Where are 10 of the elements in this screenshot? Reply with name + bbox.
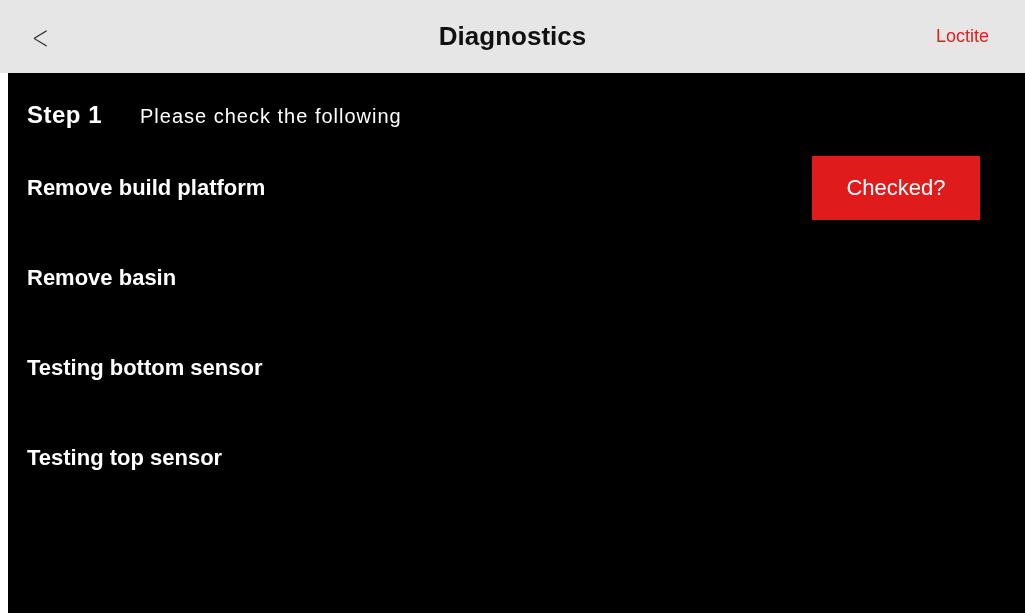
back-button[interactable]: < (28, 16, 53, 57)
checked-button[interactable]: Checked? (812, 156, 980, 220)
check-item-label: Testing bottom sensor (27, 355, 263, 381)
check-item-label: Remove build platform (27, 175, 266, 201)
check-item-label: Testing top sensor (27, 445, 223, 471)
step-instruction: Please check the following (140, 105, 402, 128)
page-title: Diagnostics (438, 21, 587, 52)
check-item-label: Remove basin (27, 265, 177, 291)
step-label: Step 1 (27, 101, 103, 129)
brand-label: Loctite (935, 26, 989, 47)
